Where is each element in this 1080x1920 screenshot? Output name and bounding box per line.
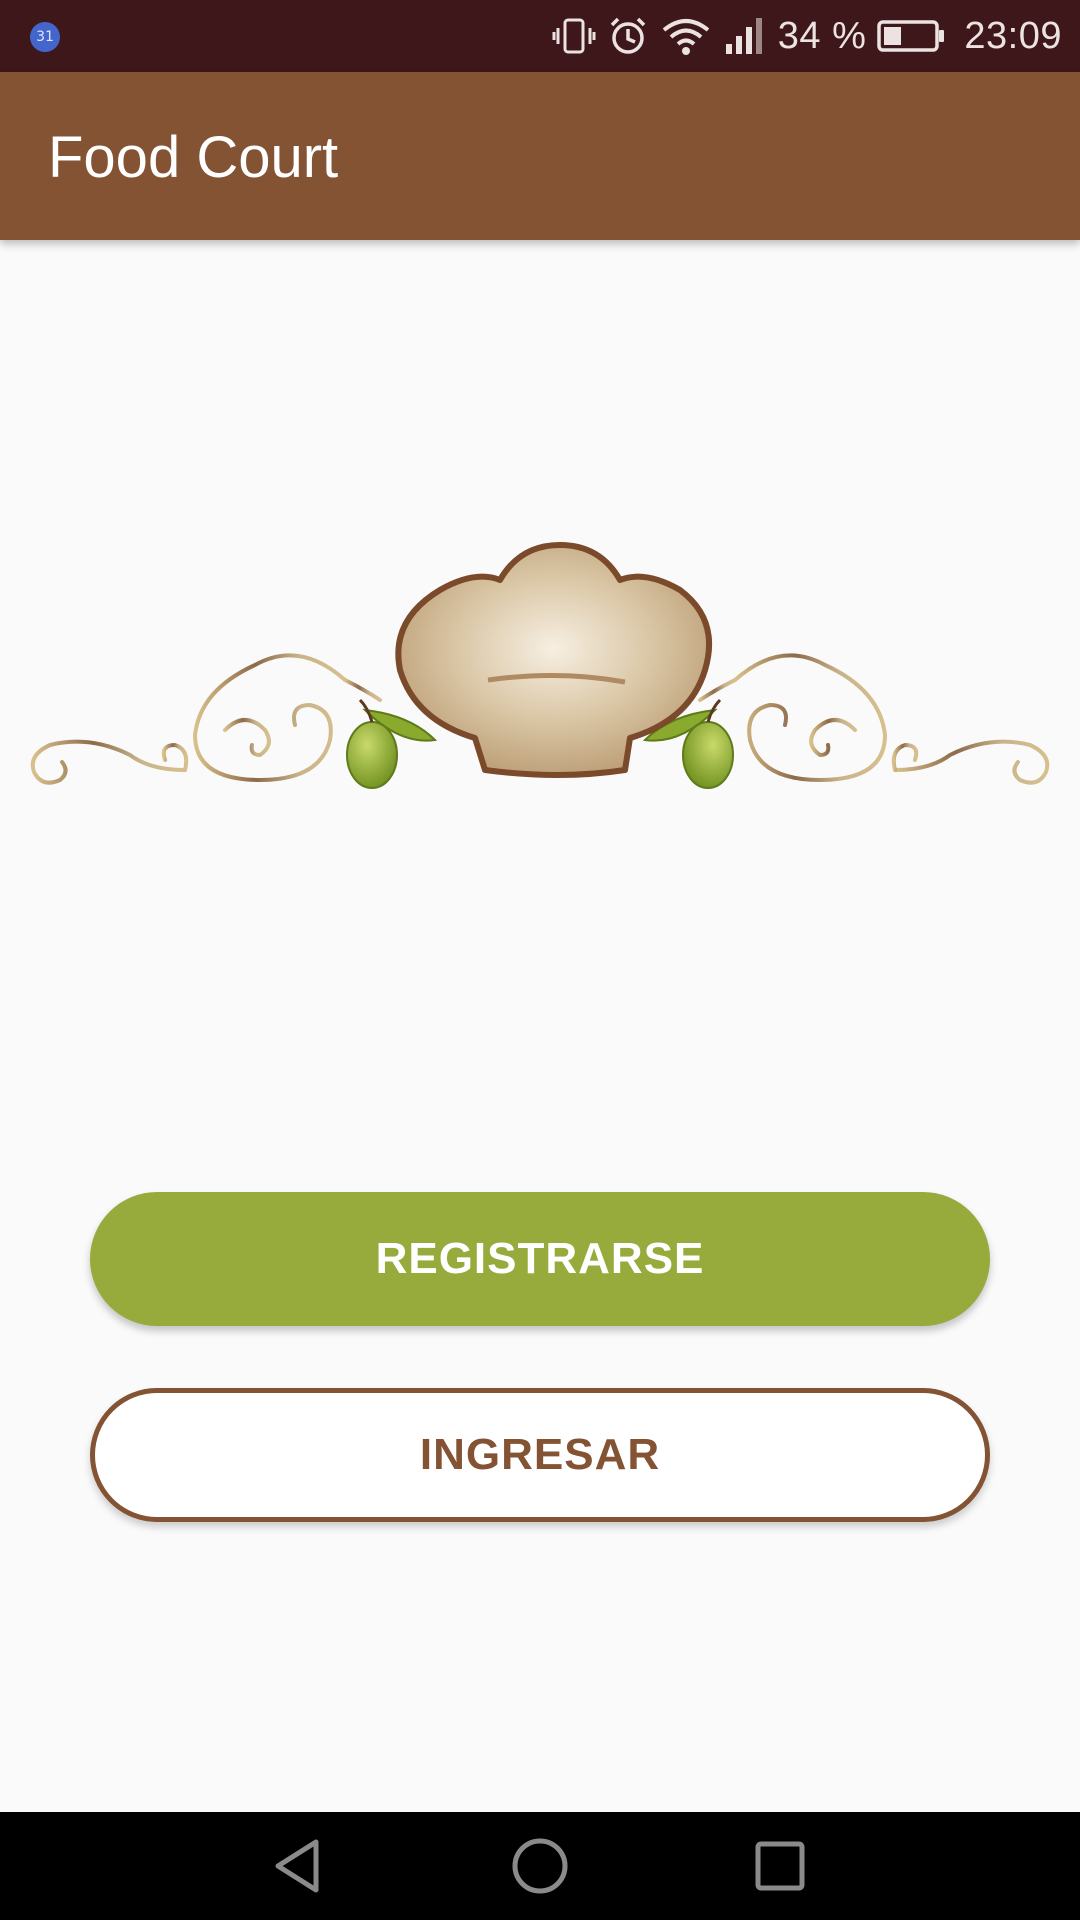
calendar-notification-icon: 31 [30, 22, 60, 52]
back-triangle-icon[interactable] [270, 1836, 330, 1896]
signal-icon [725, 18, 762, 54]
vibrate-icon [552, 18, 596, 54]
battery-icon [877, 20, 945, 52]
login-button[interactable]: INGRESAR [90, 1388, 990, 1522]
left-olive-branch [346, 698, 438, 789]
register-button[interactable]: REGISTRARSE [90, 1192, 990, 1326]
status-icons: 34 % 23:09 [552, 0, 1062, 72]
left-flourish [30, 653, 382, 785]
recent-apps-square-icon[interactable] [750, 1836, 810, 1896]
app-toolbar: Food Court [0, 72, 1080, 240]
wifi-icon [662, 19, 710, 55]
chef-hat-ornament-icon [30, 542, 1050, 789]
notification-badge-text: 31 [36, 29, 54, 45]
app-title: Food Court [48, 125, 339, 190]
login-button-label: INGRESAR [419, 1430, 661, 1479]
home-circle-icon[interactable] [510, 1836, 570, 1896]
system-navigation-bar [0, 1812, 1080, 1920]
alarm-icon [610, 17, 646, 54]
status-clock: 23:09 [964, 14, 1062, 57]
right-flourish [698, 653, 1050, 785]
battery-percent: 34 % [777, 14, 867, 57]
register-button-label: REGISTRARSE [375, 1234, 705, 1283]
status-bar: 31 34 % 23:09 [0, 0, 1080, 72]
app-screen: 31 34 % 23:09 Food Court REGISTRARSE ING… [0, 0, 1080, 1920]
